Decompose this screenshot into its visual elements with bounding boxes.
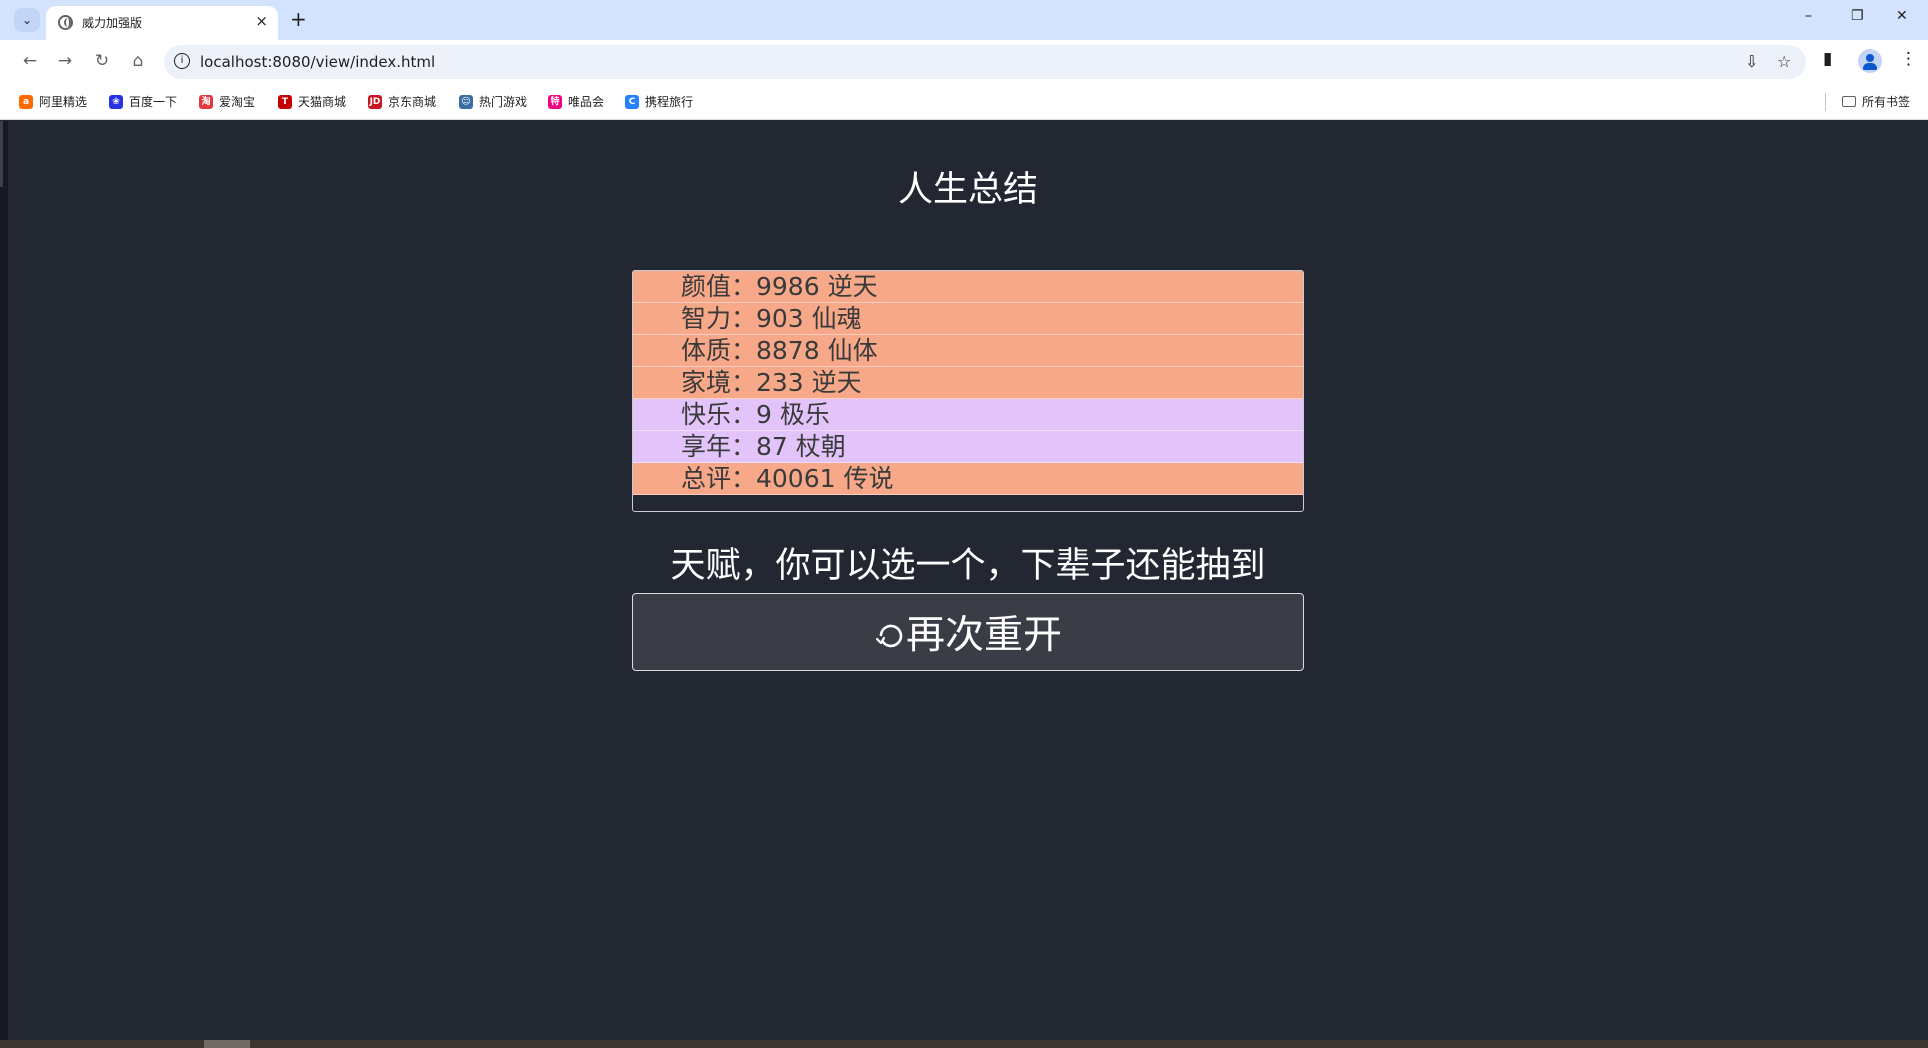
bookmark-item[interactable]: ❀ 百度一下 (109, 93, 177, 110)
stat-row: 体质：8878 仙体 (633, 335, 1303, 367)
bookmark-item[interactable]: 淘爱淘宝 (199, 93, 255, 110)
vip-icon: 特 (548, 94, 562, 109)
restart-button[interactable]: 再次重开 (632, 593, 1304, 671)
game-icon: ☺ (459, 94, 473, 109)
bookmark-label: 爱淘宝 (219, 95, 256, 109)
horizontal-scrollbar[interactable] (0, 1040, 1928, 1048)
reload-icon[interactable]: ↻ (91, 51, 113, 71)
restore-icon[interactable]: ❐ (1851, 8, 1864, 24)
all-bookmarks-label: 所有书签 (1862, 95, 1911, 109)
tab-close-icon[interactable]: × (255, 12, 268, 30)
bookmark-star-icon[interactable]: ☆ (1777, 52, 1791, 71)
bookmark-item[interactable]: C 携程旅行 (625, 93, 693, 110)
browser-tab[interactable]: 威力加强版 × (46, 6, 278, 40)
new-tab-plus-icon[interactable]: + (290, 7, 307, 31)
ctrip-icon: C (625, 94, 639, 109)
bookmark-item[interactable]: ☺ 热门游戏 (459, 93, 527, 110)
taobao-icon: 淘 (199, 94, 213, 109)
browser-toolbar: ← → ↻ ⌂ i localhost:8080/view/index.html… (0, 40, 1928, 84)
stat-row: 智力：903 仙魂 (633, 303, 1303, 335)
minimize-icon[interactable]: – (1805, 8, 1812, 24)
forward-arrow-icon[interactable]: → (54, 51, 76, 71)
stat-row: 颜值：9986 逆天 (633, 271, 1303, 303)
home-icon[interactable]: ⌂ (127, 51, 149, 71)
page-content: 人生总结 颜值：9986 逆天 智力：903 仙魂 体质：8878 仙体 家境：233… (0, 121, 1928, 1048)
bookmarks-divider (1825, 93, 1826, 111)
jd-icon: JD (368, 94, 382, 109)
scrollbar-thumb[interactable] (204, 1040, 250, 1048)
bookmark-label: 阿里精选 (39, 95, 88, 109)
tab-search-chevron-icon[interactable]: ⌄ (14, 8, 40, 32)
bookmark-label: 唯品会 (568, 95, 605, 109)
globe-icon (58, 15, 73, 30)
bookmark-label: 热门游戏 (479, 95, 528, 109)
stat-row: 家境：233 逆天 (633, 367, 1303, 399)
browser-tab-bar: ⌄ 威力加强版 × + – ❐ ✕ (0, 0, 1928, 40)
url-text[interactable]: localhost:8080/view/index.html (200, 53, 435, 71)
life-summary-list: 颜值：9986 逆天 智力：903 仙魂 体质：8878 仙体 家境：233 逆天 快乐… (632, 270, 1304, 512)
site-info-icon[interactable]: i (174, 53, 190, 69)
restart-icon (875, 624, 903, 648)
talent-heading: 天赋，你可以选一个，下辈子还能抽到 (670, 546, 1266, 586)
profile-avatar-icon[interactable] (1858, 49, 1882, 73)
window-close-icon[interactable]: ✕ (1896, 8, 1908, 24)
tab-title: 威力加强版 (82, 16, 143, 30)
stat-row: 总评：40061 传说 (633, 463, 1303, 495)
page-title: 人生总结 (897, 170, 1038, 210)
address-bar[interactable]: i localhost:8080/view/index.html ⇩ ☆ (164, 45, 1806, 79)
install-app-icon[interactable]: ⇩ (1745, 52, 1758, 71)
bookmark-item[interactable]: a 阿里精选 (19, 93, 87, 110)
back-arrow-icon[interactable]: ← (19, 51, 41, 71)
alibaba-icon: a (19, 94, 33, 109)
bookmarks-bar: 所有书签 a 阿里精选 ❀ 百度一下 淘爱淘宝 T 天猫商城 JD 京东商城 ☺ 热门游戏 特唯品会 C… (0, 84, 1928, 120)
bookmark-item[interactable]: T 天猫商城 (278, 93, 346, 110)
bookmark-item[interactable]: 特唯品会 (548, 93, 604, 110)
bookmark-label: 百度一下 (129, 95, 178, 109)
restart-label: 再次重开 (905, 613, 1062, 658)
bookmark-item[interactable]: JD 京东商城 (368, 93, 436, 110)
stat-row: 快乐：9 极乐 (633, 399, 1303, 431)
bookmark-label: 天猫商城 (298, 95, 347, 109)
baidu-paw-icon: ❀ (109, 94, 123, 109)
stat-row: 享年：87 杖朝 (633, 431, 1303, 463)
bookmark-label: 携程旅行 (645, 95, 694, 109)
tmall-icon: T (278, 94, 292, 109)
menu-kebab-icon[interactable]: ⋮ (1900, 49, 1917, 69)
all-bookmarks-button[interactable]: 所有书签 (1842, 93, 1910, 110)
bookmark-label: 京东商城 (388, 95, 437, 109)
side-panel-icon[interactable]: ▮ (1823, 49, 1832, 69)
folder-icon (1842, 96, 1856, 107)
